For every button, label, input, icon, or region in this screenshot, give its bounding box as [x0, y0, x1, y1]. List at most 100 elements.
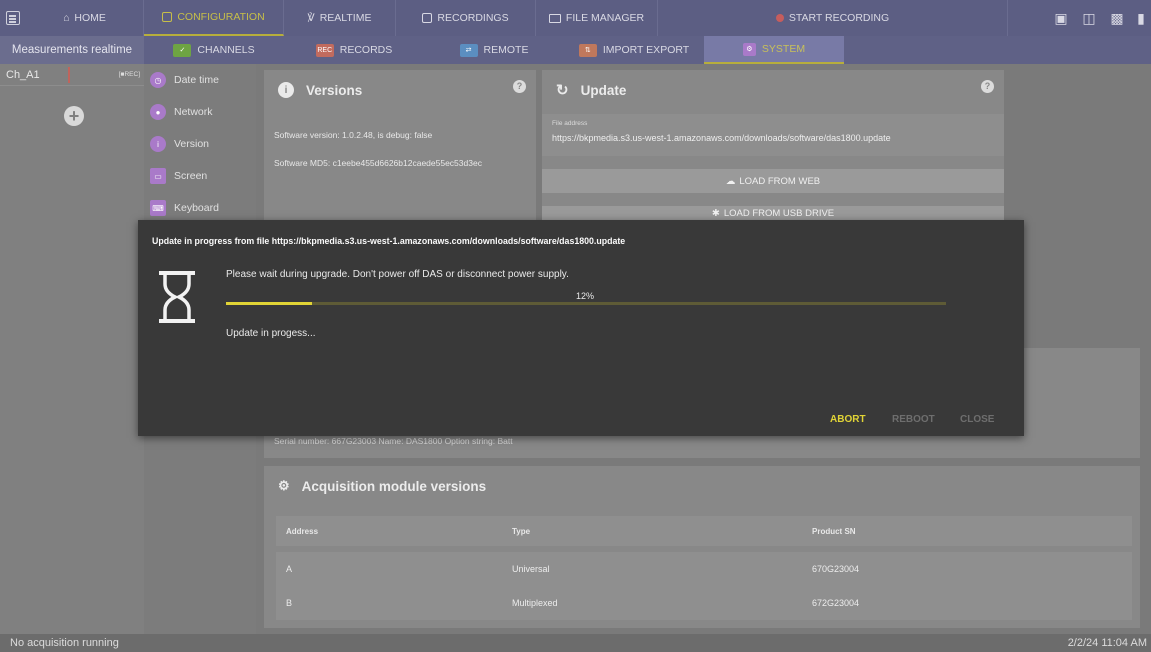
channel-name: Ch_A1	[6, 68, 40, 81]
software-md5: Software MD5: c1eebe455d6626b12caede55ec…	[274, 158, 482, 168]
gear-icon: ⚙	[742, 42, 756, 56]
start-recording-label: START RECORDING	[788, 12, 890, 24]
menu-item-label: Date time	[174, 74, 219, 86]
table-header: Address Type Product SN	[276, 516, 1132, 546]
channels-icon: ✓	[173, 43, 192, 57]
record-dot-icon	[775, 14, 784, 22]
close-button[interactable]: CLOSE	[960, 414, 994, 425]
records-icon: REC	[315, 43, 334, 57]
load-from-web-button[interactable]: ☁ LOAD FROM WEB	[542, 169, 1004, 193]
help-icon[interactable]: ?	[981, 80, 994, 93]
load-from-web-label: LOAD FROM WEB	[739, 175, 821, 187]
file-address-field[interactable]: File address https://bkpmedia.s3.us-west…	[542, 114, 1004, 156]
cloud-icon: ☁	[725, 175, 736, 187]
channel-row[interactable]: Ch_A1 [■REC]	[0, 64, 144, 86]
nav-recordings-label: RECORDINGS	[437, 12, 509, 24]
update-card: ↻ Update ? File address https://bkpmedia…	[542, 70, 1004, 220]
table-row[interactable]: A Universal 670G23004	[276, 552, 1132, 586]
remote-icon: ⇄	[459, 43, 478, 57]
progress-bar	[226, 302, 946, 305]
dialog-title: Update in progress from file https://bkp…	[152, 236, 626, 246]
menu-item-network[interactable]: ● Network	[146, 96, 256, 128]
hourglass-icon	[159, 271, 195, 323]
cell-address: A	[286, 564, 293, 574]
versions-header: i Versions	[264, 70, 536, 110]
nav-recordings[interactable]: RECORDINGS	[396, 0, 536, 36]
table-row[interactable]: B Multiplexed 672G23004	[276, 586, 1132, 620]
menu-item-date-time[interactable]: ◷ Date time	[146, 64, 256, 96]
tab-system-label: SYSTEM	[761, 43, 806, 55]
cell-type: Multiplexed	[512, 598, 558, 608]
top-nav: ⌂ HOME CONFIGURATION ℣ REALTIME RECORDIN…	[0, 0, 1151, 36]
progress-percent: 12%	[576, 291, 595, 301]
info-icon: i	[278, 82, 294, 98]
header-product-sn: Product SN	[812, 527, 856, 536]
device-info: Serial number: 667G23003 Name: DAS1800 O…	[274, 436, 513, 446]
nav-file-manager[interactable]: FILE MANAGER	[536, 0, 658, 36]
menu-item-label: Screen	[174, 170, 208, 182]
measurements-realtime-label[interactable]: Measurements realtime	[0, 36, 144, 64]
nav-realtime-label: REALTIME	[319, 12, 372, 24]
update-progress-dialog: Update in progress from file https://bkp…	[138, 220, 1024, 436]
reboot-button[interactable]: REBOOT	[892, 414, 935, 425]
tab-system[interactable]: ⚙ SYSTEM	[704, 36, 844, 64]
book-icon[interactable]: ◫	[1075, 0, 1103, 36]
nav-home[interactable]: ⌂ HOME	[26, 0, 144, 36]
menu-item-label: Network	[174, 106, 213, 118]
cell-address: B	[286, 598, 293, 608]
home-icon: ⌂	[63, 12, 70, 24]
start-recording-button[interactable]: START RECORDING	[658, 0, 1008, 36]
menu-item-label: Keyboard	[174, 202, 219, 214]
menu-item-screen[interactable]: ▭ Screen	[146, 160, 256, 192]
cell-type: Universal	[512, 564, 550, 574]
recordings-icon	[422, 13, 433, 23]
date-time-display: 2/2/24 11:04 AM	[1067, 637, 1147, 649]
load-from-usb-label: LOAD FROM USB DRIVE	[723, 208, 835, 219]
versions-card: i Versions ? Software version: 1.0.2.48,…	[264, 70, 536, 220]
nav-configuration[interactable]: CONFIGURATION	[144, 0, 284, 36]
cell-product-sn: 672G23004	[812, 598, 860, 608]
lock-icon[interactable]: ▩	[1103, 0, 1131, 36]
help-icon[interactable]: ?	[513, 80, 526, 93]
tab-import-export[interactable]: ⇅ IMPORT EXPORT	[564, 36, 704, 64]
tab-channels[interactable]: ✓ CHANNELS	[144, 36, 284, 64]
update-title: Update	[580, 82, 627, 98]
load-from-usb-button[interactable]: ✱ LOAD FROM USB DRIVE	[542, 206, 1004, 220]
channel-rec-tag: [■REC]	[118, 71, 140, 78]
acquisition-card: ⚙ Acquisition module versions Address Ty…	[264, 466, 1140, 628]
channel-color-marker	[67, 66, 70, 83]
nav-configuration-label: CONFIGURATION	[177, 11, 265, 23]
usb-icon: ✱	[711, 208, 720, 219]
acquisition-title: Acquisition module versions	[301, 478, 487, 494]
tab-remote[interactable]: ⇄ REMOTE	[424, 36, 564, 64]
add-channel-button[interactable]: +	[64, 106, 84, 126]
tab-records-label: RECORDS	[339, 44, 393, 56]
menu-icon[interactable]	[0, 0, 26, 36]
import-export-icon: ⇅	[578, 43, 597, 57]
nav-home-label: HOME	[74, 12, 106, 24]
nav-realtime[interactable]: ℣ REALTIME	[284, 0, 396, 36]
nav-file-manager-label: FILE MANAGER	[565, 12, 645, 24]
network-icon: ●	[150, 104, 166, 120]
cell-product-sn: 670G23004	[812, 564, 860, 574]
menu-item-version[interactable]: i Version	[146, 128, 256, 160]
update-header: ↻ Update	[542, 70, 1004, 110]
channel-list: Ch_A1 [■REC] +	[0, 64, 144, 634]
abort-button[interactable]: ABORT	[830, 414, 866, 425]
dialog-message: Please wait during upgrade. Don't power …	[226, 269, 569, 280]
dialog-status: Update in progess...	[226, 328, 316, 339]
progress-fill	[226, 302, 313, 305]
configuration-icon	[162, 12, 173, 22]
software-version: Software version: 1.0.2.48, is debug: fa…	[274, 130, 433, 140]
tab-records[interactable]: REC RECORDS	[284, 36, 424, 64]
folder-icon	[548, 13, 561, 23]
chip-icon: ⚙	[278, 478, 290, 493]
camera-icon[interactable]: ▣	[1047, 0, 1075, 36]
header-address: Address	[286, 527, 319, 536]
tab-channels-label: CHANNELS	[197, 44, 255, 56]
monitor-icon: ▭	[150, 168, 166, 184]
header-type: Type	[512, 527, 531, 536]
sub-nav: Measurements realtime ✓ CHANNELS REC REC…	[0, 36, 1151, 64]
info-icon: i	[150, 136, 166, 152]
acquisition-header: ⚙ Acquisition module versions	[264, 466, 1140, 506]
